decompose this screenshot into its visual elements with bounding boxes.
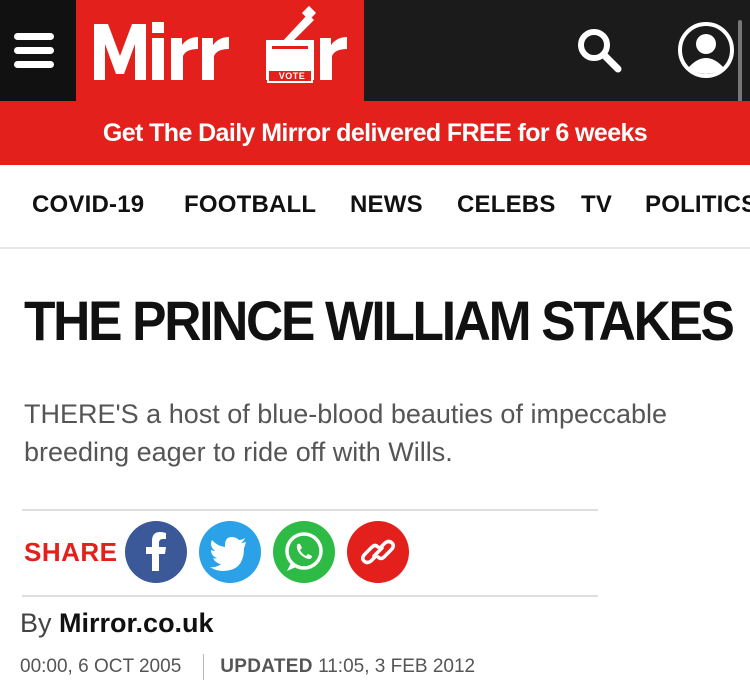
share-label: SHARE: [24, 537, 118, 567]
logo-vote-label: VOTE: [278, 71, 306, 81]
article-standfirst: THERE'S a host of blue-blood beauties of…: [24, 399, 668, 467]
whatsapp-share-button[interactable]: [273, 521, 335, 583]
facebook-share-button[interactable]: [125, 521, 187, 583]
link-icon: [360, 539, 396, 565]
account-icon: [678, 22, 734, 78]
author-link[interactable]: Mirror.co.uk: [59, 608, 214, 638]
search-icon: [578, 29, 622, 73]
scrollbar[interactable]: [738, 20, 742, 110]
search-button[interactable]: [571, 22, 627, 78]
subscription-promo-banner[interactable]: Get The Daily Mirror delivered FREE for …: [0, 101, 750, 165]
site-header: VOTE: [0, 0, 750, 110]
divider: [22, 509, 598, 511]
twitter-share-button[interactable]: [199, 521, 261, 583]
nav-item-tv[interactable]: TV: [581, 191, 612, 219]
mirror-logo[interactable]: VOTE: [76, 0, 364, 101]
article-dates: 00:00, 6 OCT 2005 UPDATED 11:05, 3 FEB 20…: [20, 654, 475, 680]
mirror-logo-mark: [94, 5, 347, 83]
nav-item-football[interactable]: FOOTBALL: [184, 191, 316, 219]
updated-date: 11:05, 3 FEB 2012: [318, 656, 476, 678]
published-date: 00:00, 6 OCT 2005: [20, 656, 182, 678]
nav-item-news[interactable]: NEWS: [350, 191, 423, 219]
article-headline: THE PRINCE WILLIAM STAKES: [24, 289, 735, 352]
whatsapp-icon: [285, 532, 323, 571]
updated-label: UPDATED: [220, 656, 313, 678]
section-nav: COVID-19 FOOTBALL NEWS CELEBS TV POLITIC…: [0, 165, 750, 249]
nav-item-celebs[interactable]: CELEBS: [457, 191, 556, 219]
account-button[interactable]: [676, 20, 736, 80]
twitter-icon: [210, 537, 246, 571]
facebook-icon: [146, 532, 166, 571]
nav-item-covid-19[interactable]: COVID-19: [32, 191, 144, 219]
nav-item-politics[interactable]: POLITICS: [645, 191, 750, 219]
byline-prefix: By: [20, 608, 52, 638]
date-separator: [203, 654, 205, 680]
promo-text: Get The Daily Mirror delivered FREE for …: [102, 119, 648, 147]
divider: [22, 595, 598, 597]
menu-button[interactable]: [0, 0, 76, 101]
copy-link-button[interactable]: [347, 521, 409, 583]
byline: By Mirror.co.uk: [20, 608, 214, 639]
